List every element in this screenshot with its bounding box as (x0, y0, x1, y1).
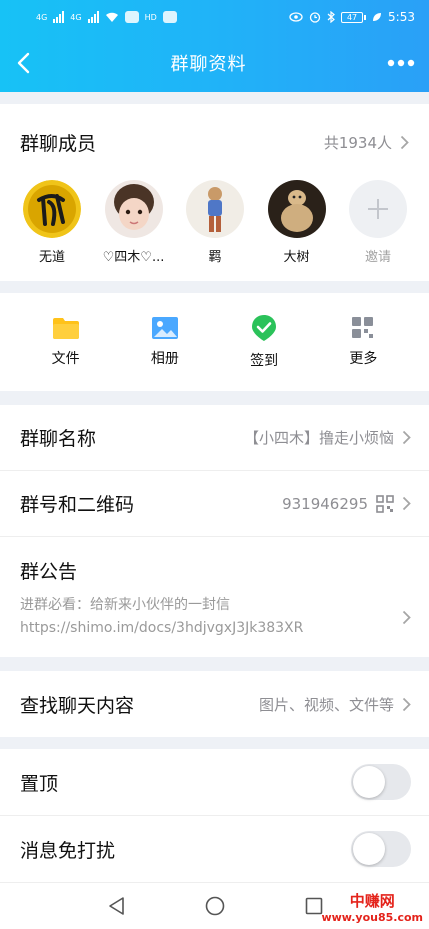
grid-more-icon (352, 317, 374, 338)
avatar (186, 180, 244, 238)
bluetooth-icon (327, 11, 335, 23)
member-name: 无道 (38, 250, 65, 265)
leaf-icon (373, 13, 382, 21)
mute-toggle[interactable] (351, 831, 411, 867)
watermark-url: www.you85.com (321, 911, 423, 924)
member-list: 无道 ♡四木♡... 羁 大树 邀请 (0, 180, 429, 265)
avatar (104, 180, 163, 238)
signal-icon-2 (87, 11, 99, 23)
member-item[interactable]: 无道 (23, 180, 81, 265)
recents-square-icon[interactable] (305, 897, 323, 915)
chat-settings: 置顶 消息免打扰 (0, 749, 429, 883)
more-button[interactable] (387, 59, 415, 67)
pin-toggle[interactable] (351, 764, 411, 800)
group-info: 群聊名称 【小四木】撸走小烦恼 群号和二维码 931946295 群公告 进群必… (0, 405, 429, 657)
photo-album-icon (151, 317, 178, 339)
avatar (23, 180, 81, 238)
check-in-label: 签到 (250, 353, 279, 369)
plus-icon (349, 180, 407, 238)
avatar (267, 180, 326, 238)
home-circle-icon[interactable] (205, 896, 225, 916)
chevron-right-icon (402, 610, 411, 625)
chevron-right-icon (402, 496, 411, 511)
members-section: 群聊成员 共1934人 无道 ♡四木♡... 羁 大树 邀请 (0, 104, 429, 281)
member-name: 大树 (283, 250, 310, 265)
app-notification-icon-2 (162, 11, 177, 23)
files-label: 文件 (51, 351, 80, 367)
member-item[interactable]: 大树 (267, 180, 326, 265)
group-notice-row[interactable]: 群公告 进群必看：给新来小伙伴的一封信 https://shimo.im/doc… (0, 537, 429, 640)
alarm-icon (309, 12, 321, 23)
more-tools-button[interactable]: 更多 (328, 316, 398, 368)
mute-label: 消息免打扰 (20, 839, 116, 862)
members-header[interactable]: 群聊成员 共1934人 (0, 104, 429, 180)
clock: 5:53 (388, 10, 415, 24)
files-button[interactable]: 文件 (31, 316, 101, 368)
group-name-label: 群聊名称 (20, 428, 97, 450)
album-button[interactable]: 相册 (130, 316, 200, 368)
invite-label: 邀请 (364, 250, 391, 265)
status-bar: 4G 4G HD 47 5:53 (0, 0, 429, 34)
chevron-right-icon (400, 135, 409, 150)
members-title: 群聊成员 (20, 132, 97, 155)
member-item[interactable]: ♡四木♡... (102, 180, 165, 265)
chevron-right-icon (402, 430, 411, 445)
member-item[interactable]: 羁 (186, 180, 244, 265)
qr-code-icon (376, 494, 394, 513)
group-notice-text: 进群必看：给新来小伙伴的一封信 https://shimo.im/docs/3h… (20, 597, 304, 636)
group-id-value: 931946295 (282, 494, 368, 513)
search-chat-row[interactable]: 查找聊天内容 图片、视频、文件等 (0, 671, 429, 737)
eye-icon (289, 12, 303, 22)
group-tools: 文件 相册 签到 更多 (0, 293, 429, 391)
back-arrow-icon (17, 52, 30, 74)
group-notice-label: 群公告 (20, 561, 78, 583)
member-count: 共1934人 (323, 133, 392, 152)
album-label: 相册 (150, 351, 179, 367)
watermark-title: 中赚网 (349, 892, 395, 910)
back-button[interactable] (16, 52, 30, 74)
group-name-value: 【小四木】撸走小烦恼 (243, 429, 394, 447)
signal-icon (53, 11, 65, 23)
group-name-row[interactable]: 群聊名称 【小四木】撸走小烦恼 (0, 405, 429, 471)
folder-icon (52, 318, 79, 339)
app-notification-icon (124, 11, 139, 23)
network-type-1: 4G (36, 12, 48, 22)
watermark-logo: 中赚网 www.you85.com (321, 890, 423, 924)
check-in-button[interactable]: 签到 (229, 314, 299, 370)
more-dots-icon (387, 59, 415, 67)
chevron-right-icon (402, 697, 411, 712)
invite-member-button[interactable]: 邀请 (349, 180, 407, 265)
navigation-bar: 群聊资料 (0, 34, 429, 92)
check-in-icon (252, 315, 277, 341)
search-chat-hint: 图片、视频、文件等 (258, 695, 394, 714)
more-label: 更多 (349, 351, 378, 367)
mute-row: 消息免打扰 (0, 816, 429, 883)
hd-label: HD (144, 12, 157, 22)
pin-row: 置顶 (0, 749, 429, 816)
pin-label: 置顶 (20, 772, 59, 795)
network-type-2: 4G (70, 12, 82, 22)
back-triangle-icon[interactable] (107, 896, 125, 916)
member-name: 羁 (208, 250, 222, 265)
group-id-row[interactable]: 群号和二维码 931946295 (0, 471, 429, 537)
search-chat-label: 查找聊天内容 (20, 694, 135, 717)
page-title: 群聊资料 (170, 54, 247, 75)
member-name: ♡四木♡... (102, 250, 165, 265)
header: 4G 4G HD 47 5:53 群聊资料 (0, 0, 429, 92)
battery-icon: 47 (341, 11, 367, 23)
group-id-label: 群号和二维码 (20, 494, 135, 516)
wifi-icon (105, 12, 118, 22)
